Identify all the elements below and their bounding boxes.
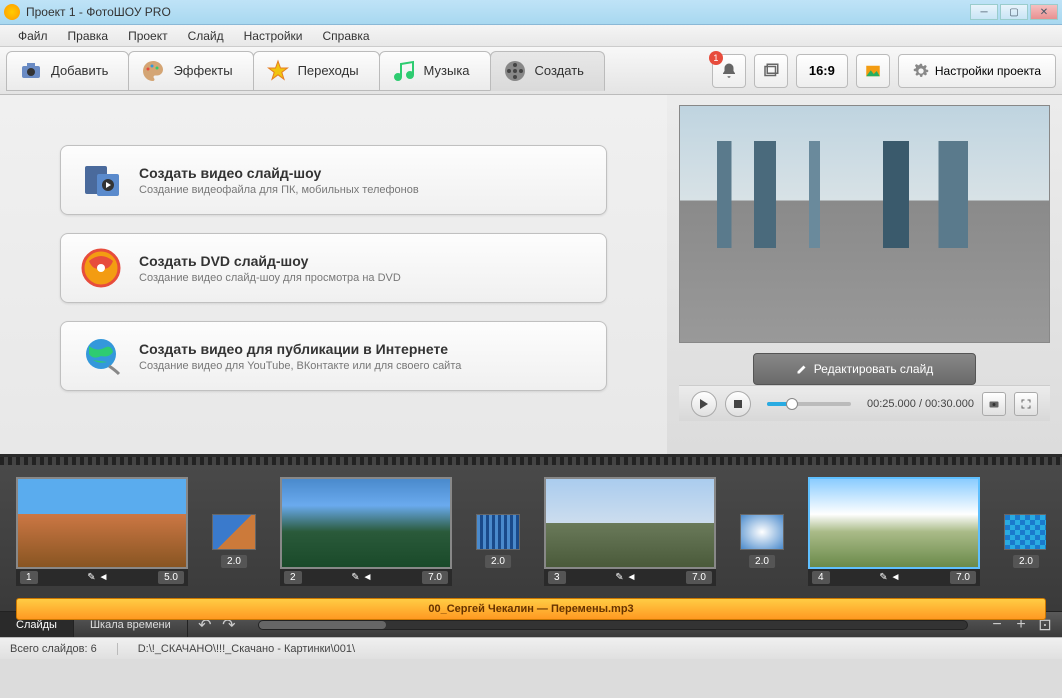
tab-create-label: Создать: [535, 63, 584, 78]
menu-file[interactable]: Файл: [8, 26, 58, 46]
create-video-card[interactable]: Создать видео слайд-шоу Создание видеофа…: [60, 145, 607, 215]
stop-button[interactable]: [725, 391, 751, 417]
notifications-button[interactable]: 1: [712, 54, 746, 88]
create-video-desc: Создание видеофайла для ПК, мобильных те…: [139, 184, 588, 196]
tab-create[interactable]: Создать: [490, 51, 605, 91]
music-icon: [392, 59, 416, 83]
globe-icon: [79, 334, 123, 378]
project-settings-button[interactable]: Настройки проекта: [898, 54, 1056, 88]
transition-slot[interactable]: [476, 514, 520, 550]
timeline-area: 1 ✎ ◄ 5.0 2.0 2 ✎ ◄ 7.0 2.0 3 ✎ ◄: [0, 454, 1062, 611]
timeline-scroll[interactable]: [258, 620, 968, 630]
stop-icon: [734, 400, 742, 408]
tab-group: Добавить Эффекты Переходы Музыка Создать: [6, 51, 604, 91]
background-button[interactable]: [856, 54, 890, 88]
edit-slide-button[interactable]: Редактировать слайд: [753, 353, 976, 385]
timeline-slide[interactable]: 1 ✎ ◄ 5.0: [16, 477, 188, 586]
status-path: D:\!_СКАЧАНО\!!!_Скачано - Картинки\001\: [138, 643, 355, 655]
aspect-ratio-label: 16:9: [809, 63, 835, 78]
window-controls: ─ ▢ ✕: [970, 4, 1058, 20]
tab-transitions[interactable]: Переходы: [253, 51, 380, 91]
preview-viewport[interactable]: [679, 105, 1050, 343]
close-button[interactable]: ✕: [1030, 4, 1058, 20]
menu-bar: Файл Правка Проект Слайд Настройки Справ…: [0, 25, 1062, 47]
main-area: Создать видео слайд-шоу Создание видеофа…: [0, 95, 1062, 454]
fullscreen-button[interactable]: [1014, 392, 1038, 416]
create-web-card[interactable]: Создать видео для публикации в Интернете…: [60, 321, 607, 391]
status-bar: Всего слайдов: 6 D:\!_СКАЧАНО\!!!_Скачан…: [0, 637, 1062, 659]
audio-track-label: 00_Сергей Чекалин — Перемены.mp3: [428, 603, 633, 615]
create-web-desc: Создание видео для YouTube, ВКонтакте ил…: [139, 360, 588, 372]
gallery-button[interactable]: [754, 54, 788, 88]
slides-row: 1 ✎ ◄ 5.0 2.0 2 ✎ ◄ 7.0 2.0 3 ✎ ◄: [16, 469, 1046, 594]
create-web-title: Создать видео для публикации в Интернете: [139, 341, 588, 357]
minimize-button[interactable]: ─: [970, 4, 998, 20]
tab-effects-label: Эффекты: [173, 63, 232, 78]
star-icon: [266, 59, 290, 83]
pencil-icon: [796, 363, 808, 375]
menu-settings[interactable]: Настройки: [234, 26, 313, 46]
tab-music-label: Музыка: [424, 63, 470, 78]
gear-icon: [913, 63, 929, 79]
transition-slot[interactable]: [740, 514, 784, 550]
create-dvd-title: Создать DVD слайд-шоу: [139, 253, 588, 269]
maximize-button[interactable]: ▢: [1000, 4, 1028, 20]
audio-track[interactable]: 00_Сергей Чекалин — Перемены.mp3: [16, 598, 1046, 620]
slide-edit-icon[interactable]: ✎ ◄: [879, 572, 900, 583]
slide-edit-icon[interactable]: ✎ ◄: [615, 572, 636, 583]
slide-edit-icon[interactable]: ✎ ◄: [87, 572, 108, 583]
preview-panel: Редактировать слайд 00:25.000 / 00:30.00…: [667, 95, 1062, 454]
edit-slide-label: Редактировать слайд: [814, 362, 934, 376]
play-icon: [699, 399, 709, 409]
create-video-title: Создать видео слайд-шоу: [139, 165, 588, 181]
snapshot-button[interactable]: [982, 392, 1006, 416]
play-button[interactable]: [691, 391, 717, 417]
timeline-slide[interactable]: 2 ✎ ◄ 7.0: [280, 477, 452, 586]
video-file-icon: [79, 158, 123, 202]
create-dvd-desc: Создание видео слайд-шоу для просмотра н…: [139, 272, 588, 284]
status-slide-count: Всего слайдов: 6: [10, 643, 118, 655]
fullscreen-icon: [1020, 398, 1032, 410]
palette-icon: [141, 59, 165, 83]
slide-edit-icon[interactable]: ✎ ◄: [351, 572, 372, 583]
camera-icon: [19, 59, 43, 83]
toolbar-right: 1 16:9 Настройки проекта: [712, 54, 1056, 88]
transition-slot[interactable]: [1004, 514, 1046, 550]
timeline-slide[interactable]: 3 ✎ ◄ 7.0: [544, 477, 716, 586]
menu-project[interactable]: Проект: [118, 26, 178, 46]
app-icon: [4, 4, 20, 20]
transition-slot[interactable]: [212, 514, 256, 550]
camera-small-icon: [988, 398, 1000, 410]
aspect-ratio-button[interactable]: 16:9: [796, 54, 848, 88]
title-bar: Проект 1 - ФотоШОУ PRO ─ ▢ ✕: [0, 0, 1062, 25]
time-display: 00:25.000 / 00:30.000: [867, 398, 974, 410]
project-settings-label: Настройки проекта: [935, 64, 1041, 78]
dvd-icon: [79, 246, 123, 290]
menu-edit[interactable]: Правка: [58, 26, 119, 46]
create-panel: Создать видео слайд-шоу Создание видеофа…: [0, 95, 667, 454]
window-title: Проект 1 - ФотоШОУ PRO: [26, 5, 970, 19]
bell-icon: [720, 62, 738, 80]
picture-icon: [864, 62, 882, 80]
tab-add[interactable]: Добавить: [6, 51, 129, 91]
menu-slide[interactable]: Слайд: [178, 26, 234, 46]
tab-effects[interactable]: Эффекты: [128, 51, 253, 91]
create-dvd-card[interactable]: Создать DVD слайд-шоу Создание видео сла…: [60, 233, 607, 303]
playback-bar: 00:25.000 / 00:30.000: [679, 385, 1050, 421]
timeline-slide[interactable]: 4 ✎ ◄ 7.0: [808, 477, 980, 586]
tab-add-label: Добавить: [51, 63, 108, 78]
tab-music[interactable]: Музыка: [379, 51, 491, 91]
playback-slider[interactable]: [767, 402, 851, 406]
film-reel-icon: [503, 59, 527, 83]
notification-badge: 1: [709, 51, 723, 65]
main-toolbar: Добавить Эффекты Переходы Музыка Создать…: [0, 47, 1062, 95]
images-icon: [762, 62, 780, 80]
menu-help[interactable]: Справка: [312, 26, 379, 46]
tab-transitions-label: Переходы: [298, 63, 359, 78]
